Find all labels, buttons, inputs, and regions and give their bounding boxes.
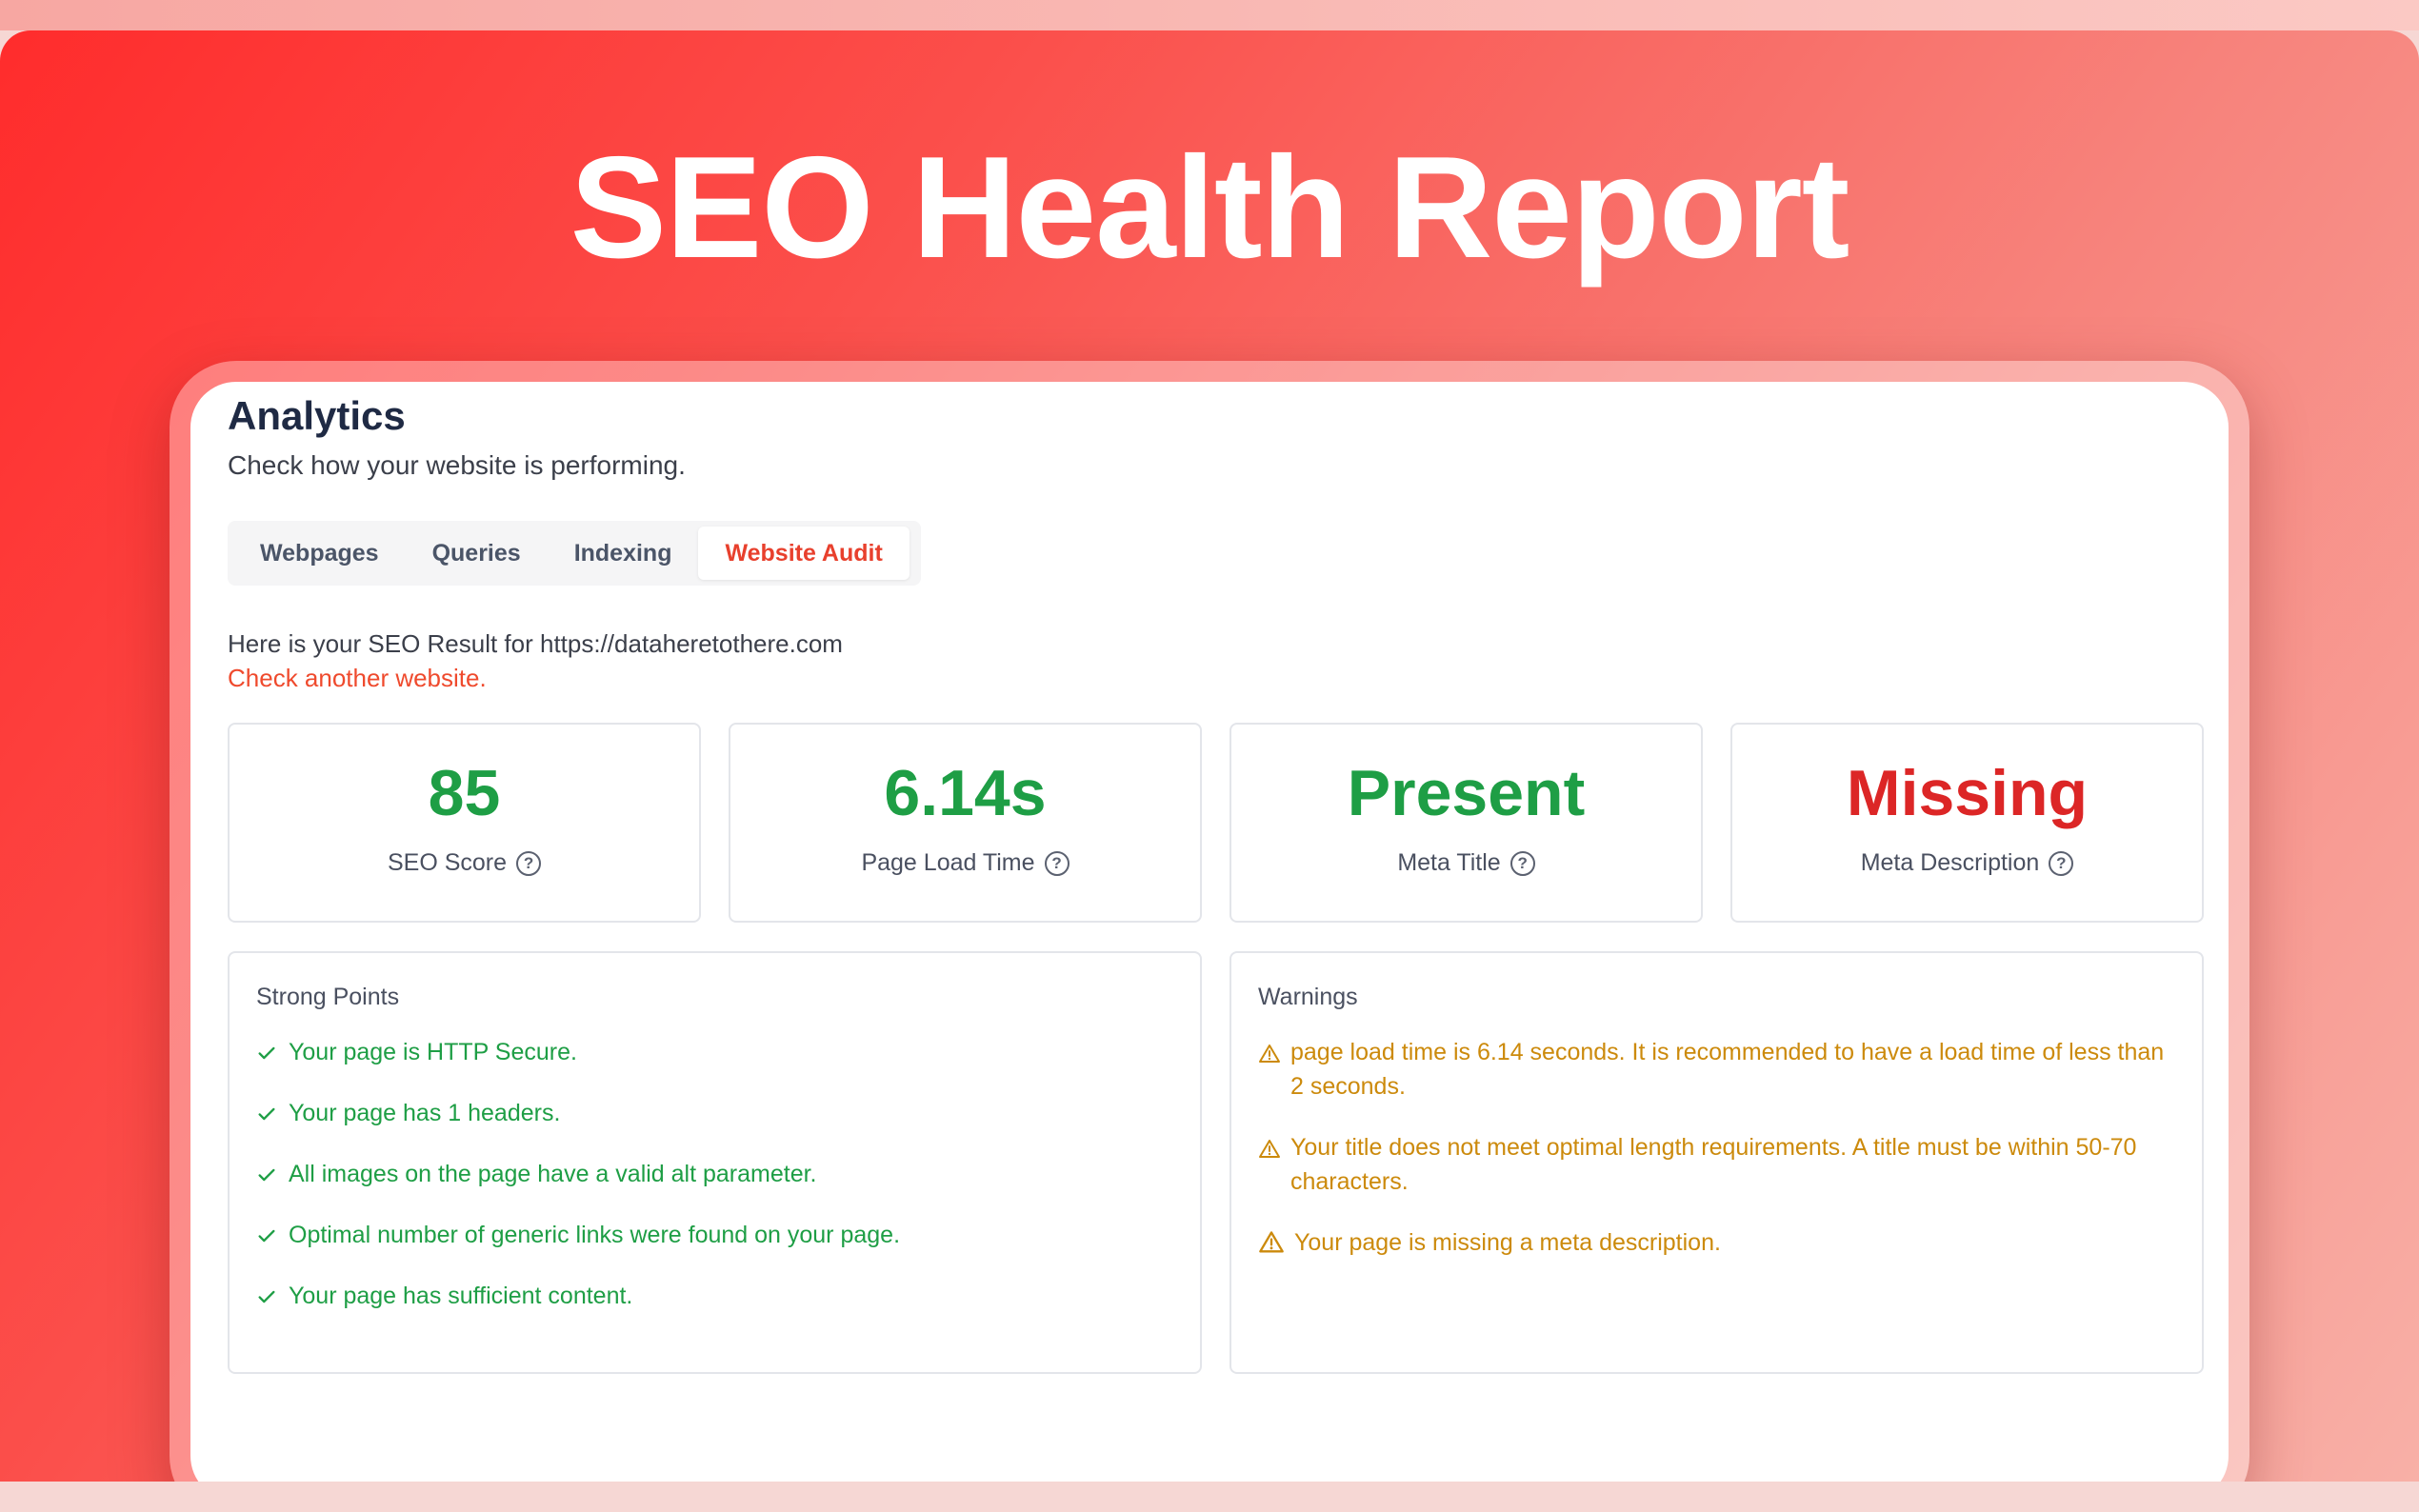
metric-value: Missing	[1846, 757, 2089, 829]
seo-result-text: Here is your SEO Result for https://data…	[228, 629, 843, 658]
warning-item: Your page is missing a meta description.	[1258, 1225, 2172, 1260]
metric-value: 85	[428, 757, 501, 829]
metric-card-page-load-time: 6.14s Page Load Time ?	[729, 723, 1202, 923]
warning-item: page load time is 6.14 seconds. It is re…	[1258, 1035, 2172, 1104]
warning-triangle-icon	[1259, 1231, 1284, 1253]
metric-label-row: SEO Score ?	[230, 849, 699, 877]
warning-text: Your page is missing a meta description.	[1294, 1229, 1721, 1256]
hero-title: SEO Health Report	[570, 127, 1850, 288]
question-circle-icon[interactable]: ?	[516, 850, 542, 876]
strong-points-panel: Strong Points Your page is HTTP Secure. …	[228, 951, 1202, 1374]
metric-label-row: Meta Description ?	[1732, 849, 2202, 877]
warning-triangle-icon	[1259, 1140, 1280, 1158]
question-circle-icon[interactable]: ?	[2049, 850, 2074, 876]
analytics-card: Analytics Check how your website is perf…	[190, 382, 2229, 1482]
tab-webpages[interactable]: Webpages	[233, 527, 406, 580]
check-icon	[258, 1229, 275, 1242]
metric-value: Present	[1347, 757, 1586, 829]
check-icon	[258, 1046, 275, 1059]
strong-point-text: Your page has 1 headers.	[289, 1100, 561, 1126]
question-circle-icon[interactable]: ?	[1044, 850, 1070, 876]
top-strip	[0, 0, 2419, 30]
strong-point-item: Your page is HTTP Secure.	[256, 1039, 577, 1066]
tab-indexing[interactable]: Indexing	[548, 527, 699, 580]
warnings-title: Warnings	[1258, 984, 1358, 1010]
strong-point-text: Optimal number of generic links were fou…	[289, 1222, 901, 1248]
metrics-row: 85 SEO Score ? 6.14s Page Load Time ? Pr…	[228, 723, 2204, 923]
analytics-title: Analytics	[228, 393, 406, 438]
metric-label: Page Load Time	[861, 849, 1035, 876]
metric-card-meta-description: Missing Meta Description ?	[1730, 723, 2204, 923]
strong-point-text: Your page is HTTP Secure.	[289, 1039, 577, 1065]
strong-point-item: Your page has sufficient content.	[256, 1283, 632, 1310]
strong-points-title: Strong Points	[256, 984, 400, 1010]
metric-label: Meta Description	[1860, 849, 2040, 876]
metric-card-meta-title: Present Meta Title ?	[1229, 723, 1703, 923]
warning-text: page load time is 6.14 seconds. It is re…	[1290, 1039, 2165, 1100]
warning-triangle-icon	[1259, 1044, 1280, 1063]
check-another-website-link[interactable]: Check another website.	[228, 664, 487, 693]
metric-label-row: Page Load Time ?	[730, 849, 1200, 877]
metric-value: 6.14s	[884, 757, 1047, 829]
metric-label-row: Meta Title ?	[1231, 849, 1701, 877]
metric-label: Meta Title	[1397, 849, 1501, 876]
strong-point-item: Optimal number of generic links were fou…	[256, 1222, 900, 1249]
analytics-subtitle: Check how your website is performing.	[228, 450, 686, 480]
warnings-panel: Warnings page load time is 6.14 seconds.…	[1229, 951, 2204, 1374]
warning-text: Your title does not meet optimal length …	[1290, 1134, 2137, 1195]
warning-item: Your title does not meet optimal length …	[1258, 1130, 2172, 1199]
check-icon	[258, 1107, 275, 1120]
question-circle-icon[interactable]: ?	[1509, 850, 1535, 876]
check-icon	[258, 1290, 275, 1303]
strong-point-text: Your page has sufficient content.	[289, 1283, 633, 1309]
check-icon	[258, 1168, 275, 1181]
strong-point-text: All images on the page have a valid alt …	[289, 1161, 817, 1187]
hero-banner: SEO Health Report Analytics Check how yo…	[0, 30, 2419, 1482]
tab-bar: Webpages Queries Indexing Website Audit	[228, 521, 921, 586]
strong-point-item: Your page has 1 headers.	[256, 1100, 560, 1127]
card-frame: Analytics Check how your website is perf…	[170, 361, 2249, 1482]
tab-queries[interactable]: Queries	[406, 527, 548, 580]
tab-website-audit[interactable]: Website Audit	[698, 527, 910, 580]
metric-card-seo-score: 85 SEO Score ?	[228, 723, 701, 923]
strong-point-item: All images on the page have a valid alt …	[256, 1161, 817, 1188]
metric-label: SEO Score	[387, 849, 508, 876]
